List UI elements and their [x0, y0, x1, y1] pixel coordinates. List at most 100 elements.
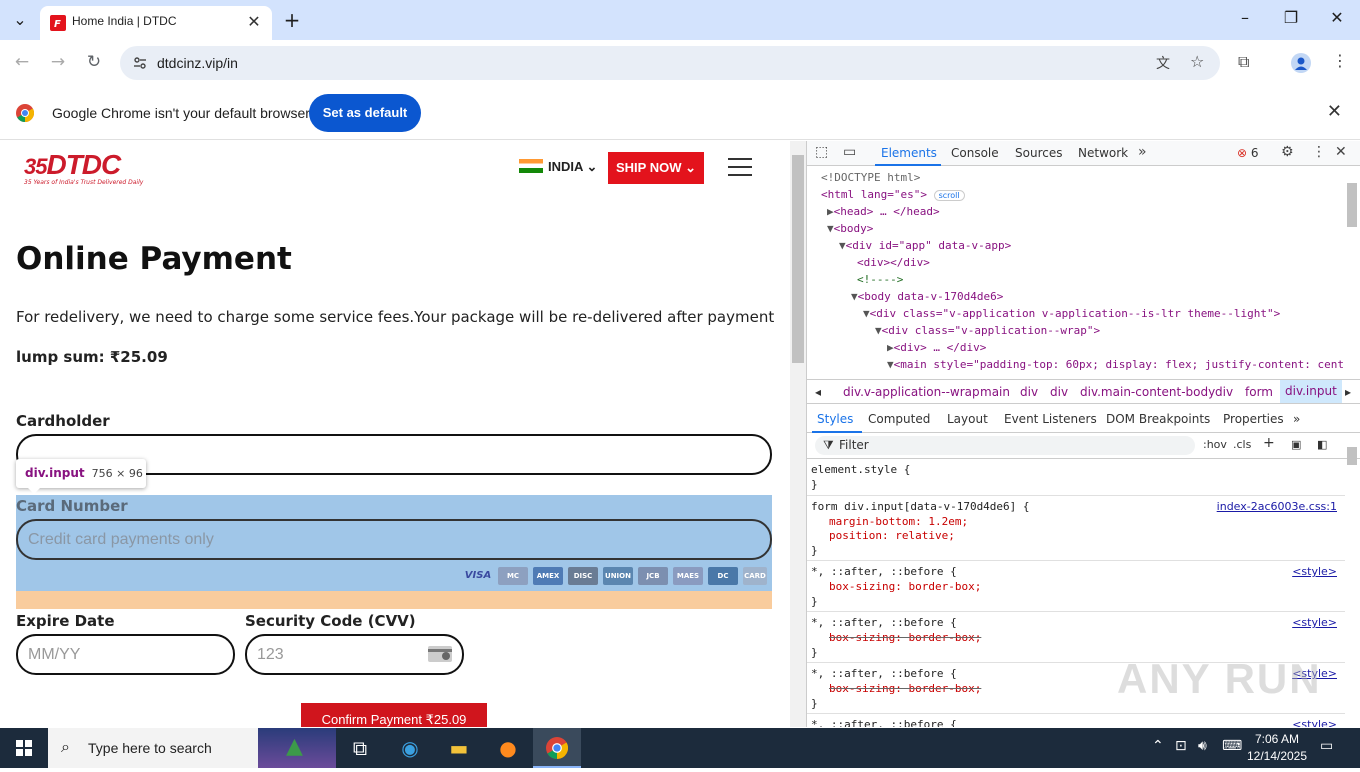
tab-console[interactable]: Console: [951, 146, 999, 160]
edge-icon[interactable]: ◉: [386, 728, 434, 768]
set-default-button[interactable]: Set as default: [309, 94, 421, 132]
address-bar[interactable]: dtdcinz.vip/in 文 ☆: [120, 46, 1220, 80]
page-scrollbar[interactable]: [790, 141, 806, 727]
profile-avatar-icon[interactable]: [1291, 53, 1311, 73]
dom-node[interactable]: <!DOCTYPE html>: [821, 171, 920, 184]
collapse-arrow-icon[interactable]: ▼: [851, 290, 858, 303]
style-declaration[interactable]: position: relative;: [829, 529, 955, 542]
breadcrumb-left-arrow-icon[interactable]: ◂: [815, 385, 821, 399]
expand-arrow-icon[interactable]: ▶: [887, 341, 894, 354]
windows-start-icon[interactable]: [0, 728, 48, 768]
breadcrumb-item[interactable]: form: [1245, 385, 1273, 399]
site-info-icon[interactable]: [132, 55, 148, 71]
cls-toggle[interactable]: .cls: [1233, 438, 1251, 451]
style-declaration-overridden[interactable]: box-sizing: border-box;: [829, 682, 981, 695]
dom-node[interactable]: ▼<main style="padding-top: 60px; display…: [887, 358, 1344, 371]
tab-styles[interactable]: Styles: [817, 412, 853, 426]
firefox-icon[interactable]: ●: [484, 728, 532, 768]
minimize-icon[interactable]: –: [1222, 8, 1268, 27]
chrome-taskbar-icon[interactable]: [533, 728, 581, 768]
dtdc-logo[interactable]: 35DTDC 35 Years of India's Trust Deliver…: [24, 149, 159, 189]
card-number-input[interactable]: Credit card payments only: [16, 519, 772, 560]
style-declaration-overridden[interactable]: box-sizing: border-box;: [829, 631, 981, 644]
tab-event-listeners[interactable]: Event Listeners: [1004, 412, 1097, 426]
dom-node[interactable]: ▼<div class="v-application--wrap">: [875, 324, 1100, 337]
breadcrumb-item[interactable]: div.main-content-body: [1080, 385, 1215, 399]
breadcrumb-item[interactable]: div: [1215, 385, 1233, 399]
volume-icon[interactable]: 🔊︎: [1198, 738, 1207, 754]
collapse-arrow-icon[interactable]: ▼: [839, 239, 846, 252]
reload-icon[interactable]: ↻: [82, 52, 106, 76]
new-tab-icon[interactable]: +: [282, 8, 302, 32]
collapse-arrow-icon[interactable]: ▼: [875, 324, 882, 337]
styles-filter-input[interactable]: ⧩ Filter: [815, 436, 1195, 455]
tab-active[interactable]: F Home India | DTDC ✕: [40, 6, 272, 40]
tab-properties[interactable]: Properties: [1223, 412, 1284, 426]
style-declaration[interactable]: box-sizing: border-box;: [829, 580, 981, 593]
translate-icon[interactable]: 文: [1156, 53, 1170, 73]
maximize-icon[interactable]: ❐: [1268, 8, 1314, 27]
tab-search-chevron-icon[interactable]: ⌄: [8, 10, 32, 29]
cvv-input[interactable]: 123: [245, 634, 464, 675]
dom-node[interactable]: <html lang="es"> scroll: [821, 188, 965, 201]
page-scrollbar-thumb[interactable]: [792, 155, 804, 363]
style-declaration[interactable]: margin-bottom: 1.2em;: [829, 515, 968, 528]
dom-node[interactable]: ▶<div> … </div>: [887, 341, 986, 354]
tab-close-icon[interactable]: ✕: [244, 12, 264, 31]
more-subtabs-icon[interactable]: »: [1293, 412, 1300, 426]
tab-dom-breakpoints[interactable]: DOM Breakpoints: [1106, 412, 1210, 426]
tab-network[interactable]: Network: [1078, 146, 1128, 160]
device-toolbar-icon[interactable]: ▭: [843, 144, 856, 160]
rule-source-link[interactable]: index-2ac6003e.css:1: [1217, 500, 1337, 513]
devtools-menu-icon[interactable]: ⋮: [1312, 144, 1326, 160]
back-icon[interactable]: ←: [10, 52, 34, 76]
breadcrumb-right-arrow-icon[interactable]: ▸: [1345, 385, 1351, 399]
dom-tree-scrollbar[interactable]: [1345, 171, 1359, 371]
style-rule[interactable]: *, ::after, ::before { <style> box-sizin…: [807, 561, 1345, 612]
devtools-settings-icon[interactable]: ⚙: [1281, 144, 1294, 160]
breadcrumb-item[interactable]: div: [1050, 385, 1068, 399]
extensions-icon[interactable]: ⧉: [1238, 52, 1249, 72]
dom-node[interactable]: ▼<div id="app" data-v-app>: [839, 239, 1011, 252]
forward-icon[interactable]: →: [46, 52, 70, 76]
scroll-badge[interactable]: scroll: [933, 190, 965, 201]
error-count[interactable]: ⊗ 6: [1237, 146, 1259, 160]
taskbar-clock[interactable]: 7:06 AM 12/14/2025: [1246, 731, 1308, 765]
breadcrumb-item[interactable]: div: [1020, 385, 1038, 399]
inspect-element-icon[interactable]: ⬚: [815, 144, 828, 160]
chrome-menu-icon[interactable]: ⋮: [1332, 51, 1348, 70]
task-view-icon[interactable]: ⧉: [336, 728, 384, 768]
dom-node[interactable]: ▼<div class="v-application v-application…: [863, 307, 1280, 320]
tab-elements[interactable]: Elements: [881, 146, 937, 160]
network-icon[interactable]: ⊡: [1175, 738, 1187, 754]
breadcrumb-item[interactable]: div.v-application--wrap: [843, 385, 980, 399]
collapse-arrow-icon[interactable]: ▼: [827, 222, 834, 235]
tab-computed[interactable]: Computed: [868, 412, 930, 426]
hov-toggle[interactable]: :hov: [1203, 438, 1227, 451]
styles-scrollbar[interactable]: [1345, 431, 1359, 727]
file-explorer-icon[interactable]: ▬: [435, 728, 483, 768]
breadcrumb-item[interactable]: main: [980, 385, 1010, 399]
taskbar-search[interactable]: ⌕ Type here to search ▲: [48, 728, 336, 768]
dom-tree[interactable]: <!DOCTYPE html> <html lang="es"> scroll …: [807, 167, 1345, 377]
dom-node[interactable]: ▼<body data-v-170d4de6>: [851, 290, 1003, 303]
collapse-arrow-icon[interactable]: ▼: [863, 307, 870, 320]
collapse-arrow-icon[interactable]: ▼: [887, 358, 894, 371]
notifications-icon[interactable]: ▭: [1320, 738, 1333, 754]
rule-source-link[interactable]: <style>: [1292, 565, 1337, 578]
confirm-payment-button[interactable]: Confirm Payment ₹25.09: [301, 703, 487, 727]
rule-source-link[interactable]: <style>: [1292, 616, 1337, 629]
tab-sources[interactable]: Sources: [1015, 146, 1062, 160]
more-tabs-icon[interactable]: »: [1138, 144, 1147, 160]
rule-source-link[interactable]: <style>: [1292, 718, 1337, 727]
toggle-sidebar-icon[interactable]: ◧: [1317, 438, 1327, 451]
language-icon[interactable]: ⌨: [1222, 738, 1242, 754]
style-rule[interactable]: element.style { }: [807, 460, 1345, 496]
breadcrumb-item-selected[interactable]: div.input: [1280, 380, 1342, 403]
dom-node[interactable]: ▼<body>: [827, 222, 873, 235]
devtools-close-icon[interactable]: ✕: [1335, 144, 1347, 160]
bookmark-star-icon[interactable]: ☆: [1190, 52, 1204, 71]
search-highlight-image[interactable]: ▲: [258, 728, 336, 768]
style-rule[interactable]: *, ::after, ::before { <style>: [807, 714, 1345, 727]
style-rule[interactable]: form div.input[data-v-170d4de6] { index-…: [807, 496, 1345, 561]
